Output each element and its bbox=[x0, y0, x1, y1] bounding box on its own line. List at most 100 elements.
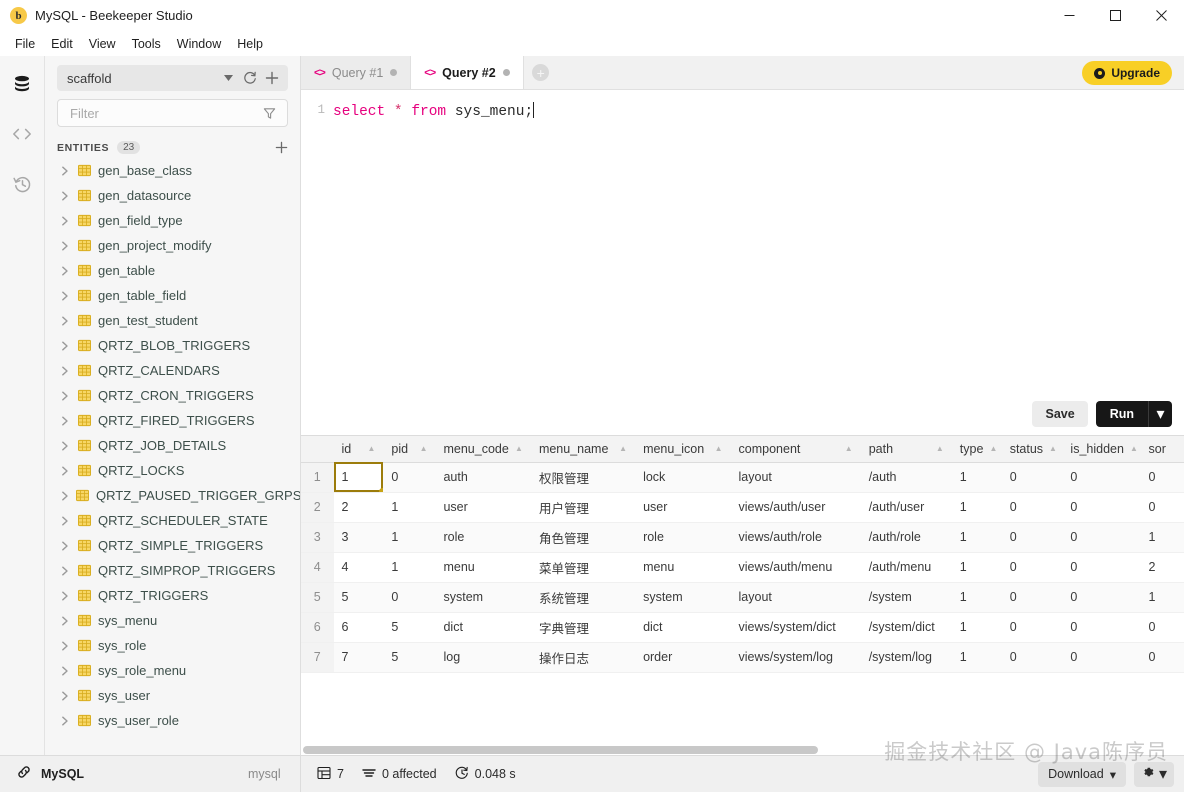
cell-pid[interactable]: 0 bbox=[383, 582, 436, 613]
cell-is_hidden[interactable]: 0 bbox=[1062, 552, 1141, 583]
cell-type[interactable]: 1 bbox=[951, 552, 1002, 583]
table-row[interactable]: 1 1 0 auth 权限管理 lock layout/auth 1 0 0 0 bbox=[301, 462, 1184, 493]
cell-menu_name[interactable]: 权限管理 bbox=[530, 462, 636, 493]
column-header-status[interactable]: status ▲ bbox=[1001, 436, 1063, 463]
sort-caret-icon[interactable]: ▲ bbox=[515, 444, 523, 453]
filter-icon[interactable] bbox=[259, 103, 279, 123]
chevron-down-icon[interactable] bbox=[218, 68, 238, 88]
cell-menu_code[interactable]: user bbox=[435, 492, 531, 523]
cell-menu_name[interactable]: 用户管理 bbox=[530, 492, 636, 523]
entity-item[interactable]: QRTZ_SIMPROP_TRIGGERS bbox=[45, 558, 300, 583]
new-tab-button[interactable]: + bbox=[524, 56, 558, 89]
entity-item[interactable]: QRTZ_CALENDARS bbox=[45, 358, 300, 383]
chevron-right-icon[interactable] bbox=[61, 566, 71, 576]
column-header-id[interactable]: id ▲ bbox=[333, 436, 384, 463]
cell-pid[interactable]: 1 bbox=[383, 492, 436, 523]
column-header-sor[interactable]: sor bbox=[1140, 436, 1184, 463]
cell-menu_icon[interactable]: lock bbox=[635, 462, 731, 493]
tab-query-1[interactable]: <> Query #1 bbox=[301, 56, 412, 89]
cell-type[interactable]: 1 bbox=[951, 492, 1002, 523]
entity-item[interactable]: sys_user bbox=[45, 683, 300, 708]
cell-pid[interactable]: 0 bbox=[383, 462, 436, 493]
table-row[interactable]: 6 6 5 dict 字典管理 dict views/system/dict/system/… bbox=[301, 612, 1184, 643]
chevron-right-icon[interactable] bbox=[61, 641, 71, 651]
entity-item[interactable]: sys_user_role bbox=[45, 708, 300, 733]
entity-item[interactable]: gen_field_type bbox=[45, 208, 300, 233]
add-connection-icon[interactable] bbox=[262, 68, 282, 88]
cell-path[interactable]: /system/dict bbox=[860, 612, 952, 643]
cell-path[interactable]: /system/log bbox=[860, 642, 952, 673]
cell-menu_name[interactable]: 角色管理 bbox=[530, 522, 636, 553]
entity-item[interactable]: gen_test_student bbox=[45, 308, 300, 333]
chevron-right-icon[interactable] bbox=[61, 666, 71, 676]
cell-menu_code[interactable]: menu bbox=[435, 552, 531, 583]
cell-id[interactable]: 5 bbox=[333, 582, 384, 613]
table-row[interactable]: 3 3 1 role 角色管理 role views/auth/role/auth/role… bbox=[301, 522, 1184, 553]
cell-sor[interactable]: 1 bbox=[1140, 522, 1184, 553]
entity-item[interactable]: gen_datasource bbox=[45, 183, 300, 208]
chevron-right-icon[interactable] bbox=[61, 391, 71, 401]
cell-component[interactable]: views/auth/role bbox=[730, 522, 861, 553]
sort-caret-icon[interactable]: ▲ bbox=[368, 444, 376, 453]
entity-item[interactable]: QRTZ_BLOB_TRIGGERS bbox=[45, 333, 300, 358]
menu-item-help[interactable]: Help bbox=[230, 34, 270, 54]
cell-sor[interactable]: 2 bbox=[1140, 552, 1184, 583]
cell-path[interactable]: /system bbox=[860, 582, 952, 613]
cell-path[interactable]: /auth/menu bbox=[860, 552, 952, 583]
entity-item[interactable]: gen_base_class bbox=[45, 158, 300, 183]
cell-status[interactable]: 0 bbox=[1001, 582, 1063, 613]
entity-item[interactable]: gen_project_modify bbox=[45, 233, 300, 258]
column-header-component[interactable]: component ▲ bbox=[730, 436, 861, 463]
chevron-right-icon[interactable] bbox=[61, 516, 71, 526]
filter-input[interactable] bbox=[70, 105, 259, 121]
chevron-right-icon[interactable] bbox=[61, 716, 71, 726]
cell-component[interactable]: views/auth/menu bbox=[730, 552, 861, 583]
entity-item[interactable]: QRTZ_JOB_DETAILS bbox=[45, 433, 300, 458]
run-options-caret-icon[interactable]: ▾ bbox=[1148, 401, 1172, 427]
column-header-menu_code[interactable]: menu_code ▲ bbox=[435, 436, 531, 463]
column-header-type[interactable]: type ▲ bbox=[951, 436, 1002, 463]
entity-item[interactable]: sys_role bbox=[45, 633, 300, 658]
maximize-icon[interactable] bbox=[1092, 0, 1138, 31]
cell-type[interactable]: 1 bbox=[951, 582, 1002, 613]
cell-component[interactable]: layout bbox=[730, 462, 861, 493]
chevron-right-icon[interactable] bbox=[61, 491, 69, 501]
tab-query-2[interactable]: <> Query #2 bbox=[411, 56, 524, 89]
cell-menu_icon[interactable]: user bbox=[635, 492, 731, 523]
sort-caret-icon[interactable]: ▲ bbox=[619, 444, 627, 453]
filter-field[interactable] bbox=[57, 99, 288, 127]
entity-item[interactable]: QRTZ_CRON_TRIGGERS bbox=[45, 383, 300, 408]
cell-component[interactable]: views/system/dict bbox=[730, 612, 861, 643]
menu-item-window[interactable]: Window bbox=[170, 34, 228, 54]
cell-sor[interactable]: 0 bbox=[1140, 642, 1184, 673]
cell-pid[interactable]: 1 bbox=[383, 522, 436, 553]
cell-menu_code[interactable]: log bbox=[435, 642, 531, 673]
cell-id[interactable]: 2 bbox=[333, 492, 384, 523]
sort-caret-icon[interactable]: ▲ bbox=[989, 444, 997, 453]
chevron-right-icon[interactable] bbox=[61, 241, 71, 251]
cell-pid[interactable]: 5 bbox=[383, 612, 436, 643]
entity-item[interactable]: QRTZ_TRIGGERS bbox=[45, 583, 300, 608]
close-icon[interactable] bbox=[1138, 0, 1184, 31]
cell-id[interactable]: 4 bbox=[333, 552, 384, 583]
settings-button[interactable]: ▾ bbox=[1133, 761, 1174, 787]
cell-status[interactable]: 0 bbox=[1001, 552, 1063, 583]
entity-item[interactable]: QRTZ_SIMPLE_TRIGGERS bbox=[45, 533, 300, 558]
sql-editor[interactable]: 1 select * from sys_menu; Save Run ▾ bbox=[301, 90, 1184, 435]
cell-type[interactable]: 1 bbox=[951, 642, 1002, 673]
column-header-is_hidden[interactable]: is_hidden ▲ bbox=[1062, 436, 1141, 463]
cell-type[interactable]: 1 bbox=[951, 462, 1002, 493]
entity-item[interactable]: QRTZ_SCHEDULER_STATE bbox=[45, 508, 300, 533]
cell-id[interactable]: 3 bbox=[333, 522, 384, 553]
chevron-right-icon[interactable] bbox=[61, 466, 71, 476]
upgrade-button[interactable]: Upgrade bbox=[1082, 61, 1172, 85]
chevron-right-icon[interactable] bbox=[61, 616, 71, 626]
table-row[interactable]: 7 7 5 log 操作日志 order views/system/log/system/l… bbox=[301, 642, 1184, 673]
cell-id[interactable]: 6 bbox=[333, 612, 384, 643]
cell-menu_icon[interactable]: dict bbox=[635, 612, 731, 643]
cell-status[interactable]: 0 bbox=[1001, 642, 1063, 673]
chevron-right-icon[interactable] bbox=[61, 316, 71, 326]
chevron-right-icon[interactable] bbox=[61, 266, 71, 276]
column-header-pid[interactable]: pid ▲ bbox=[383, 436, 436, 463]
run-button[interactable]: Run bbox=[1096, 401, 1148, 427]
